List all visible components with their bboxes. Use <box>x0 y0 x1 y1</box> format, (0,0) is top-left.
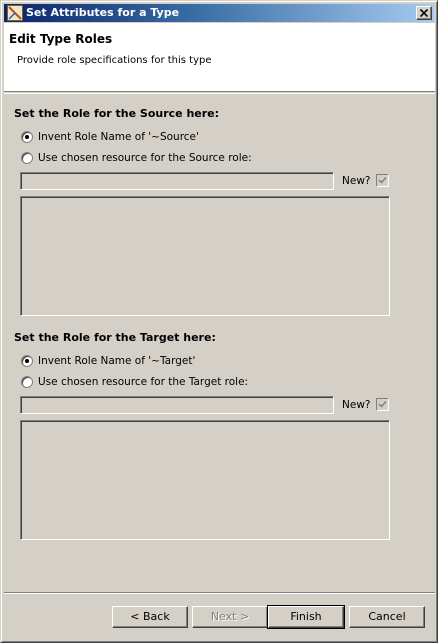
source-invent-label[interactable]: Invent Role Name of '~Source' <box>38 131 199 143</box>
button-bar-divider-highlight <box>4 593 435 594</box>
checkmark-icon <box>378 176 387 184</box>
source-invent-radio[interactable] <box>21 131 33 143</box>
wizard-banner: Edit Type Roles Provide role specificati… <box>4 23 435 92</box>
target-chosen-radio-row[interactable]: Use chosen resource for the Target role: <box>21 375 248 389</box>
target-chosen-label[interactable]: Use chosen resource for the Target role: <box>38 376 248 388</box>
source-invent-radio-row[interactable]: Invent Role Name of '~Source' <box>21 130 199 144</box>
next-button: Next > <box>192 606 268 628</box>
target-heading: Set the Role for the Target here: <box>14 331 216 344</box>
source-resource-field <box>20 172 334 190</box>
page-description: Provide role specifications for this typ… <box>17 55 212 66</box>
dialog-window: Set Attributes for a Type Edit Type Role… <box>0 0 438 643</box>
banner-divider <box>4 93 435 94</box>
source-new-label: New? <box>342 175 371 187</box>
source-chosen-radio[interactable] <box>21 152 33 164</box>
target-invent-radio[interactable] <box>21 355 33 367</box>
close-button[interactable] <box>416 6 432 20</box>
target-new-label: New? <box>342 399 371 411</box>
source-resource-list <box>20 196 390 316</box>
cancel-button[interactable]: Cancel <box>349 606 425 628</box>
target-resource-list <box>20 420 390 540</box>
source-new-checkbox <box>376 174 389 187</box>
page-title: Edit Type Roles <box>9 32 113 46</box>
target-invent-radio-row[interactable]: Invent Role Name of '~Target' <box>21 354 195 368</box>
title-bar[interactable]: Set Attributes for a Type <box>4 4 434 22</box>
finish-button[interactable]: Finish <box>267 605 345 629</box>
target-resource-field <box>20 396 334 414</box>
source-chosen-radio-row[interactable]: Use chosen resource for the Source role: <box>21 151 252 165</box>
target-chosen-radio[interactable] <box>21 376 33 388</box>
back-button[interactable]: < Back <box>112 606 188 628</box>
window-title: Set Attributes for a Type <box>26 6 180 19</box>
target-new-checkbox <box>376 398 389 411</box>
source-heading: Set the Role for the Source here: <box>14 107 220 120</box>
close-icon <box>420 9 428 17</box>
source-chosen-label[interactable]: Use chosen resource for the Source role: <box>38 152 252 164</box>
target-invent-label[interactable]: Invent Role Name of '~Target' <box>38 355 195 367</box>
app-icon <box>7 5 23 21</box>
checkmark-icon <box>378 400 387 408</box>
